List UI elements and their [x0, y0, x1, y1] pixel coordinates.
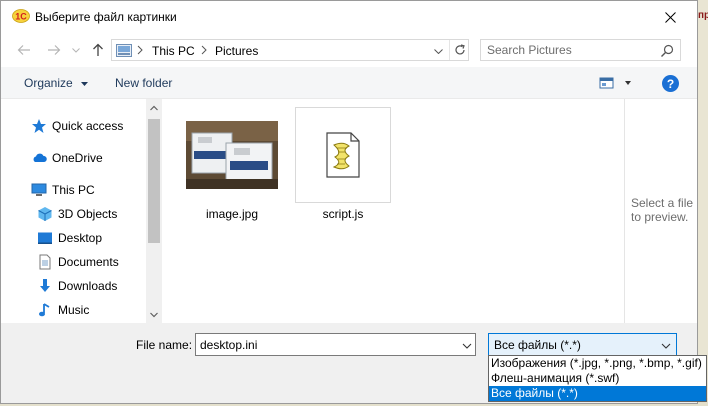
up-arrow-icon [93, 43, 103, 56]
desktop-icon [37, 230, 53, 246]
sidebar-item-documents[interactable]: Documents [37, 252, 119, 272]
search-icon[interactable] [660, 44, 674, 58]
script-file-icon [295, 107, 391, 203]
forward-button[interactable] [43, 39, 65, 61]
background-tab-text: пра [698, 10, 708, 21]
help-button[interactable]: ? [662, 75, 679, 92]
sidebar-item-this-pc[interactable]: This PC [31, 180, 95, 200]
background-app-right [698, 0, 708, 406]
music-note-icon [37, 302, 53, 318]
back-button[interactable] [13, 39, 35, 61]
file-type-option-images[interactable]: Изображения (*.jpg, *.png, *.bmp, *.gif) [489, 356, 706, 371]
close-icon [664, 11, 676, 23]
file-name-value[interactable]: desktop.ini [200, 338, 257, 352]
up-button[interactable] [87, 39, 109, 61]
sidebar-item-downloads[interactable]: Downloads [37, 276, 117, 296]
search-input[interactable] [487, 43, 657, 57]
title-bar: 1C Выберите файл картинки [1, 1, 697, 33]
cloud-icon [31, 150, 47, 166]
command-bar: Organize New folder ? [1, 67, 697, 99]
recent-locations-button[interactable] [65, 39, 87, 61]
change-view-button[interactable] [599, 75, 633, 91]
chevron-down-icon [72, 47, 80, 53]
download-arrow-icon [37, 278, 53, 294]
navigation-pane-scrollbar[interactable] [146, 99, 162, 323]
sidebar-item-label: Quick access [52, 119, 124, 133]
file-item-image-jpg[interactable]: image.jpg [184, 107, 280, 221]
file-name: image.jpg [205, 207, 259, 221]
preview-placeholder-text: Select a file to preview. [631, 196, 694, 224]
search-box[interactable] [480, 39, 681, 61]
file-type-option-all-files[interactable]: Все файлы (*.*) [489, 386, 706, 401]
scroll-up-icon[interactable] [149, 102, 159, 112]
cube-icon [37, 206, 53, 222]
sidebar-item-label: Desktop [58, 231, 103, 245]
sidebar-item-onedrive[interactable]: OneDrive [31, 148, 103, 168]
refresh-icon [454, 44, 465, 55]
sidebar-item-3d-objects[interactable]: 3D Objects [37, 204, 117, 224]
navigation-pane: Quick access OneDrive This PC 3D Objects… [1, 99, 162, 323]
close-button[interactable] [647, 1, 693, 33]
scroll-down-icon[interactable] [149, 309, 159, 319]
address-bar[interactable]: This PC Pictures [111, 39, 469, 61]
breadcrumb-pictures[interactable]: Pictures [215, 44, 258, 58]
file-type-value: Все файлы (*.*) [494, 338, 581, 352]
computer-icon [31, 182, 47, 198]
sidebar-item-label: Downloads [58, 279, 118, 293]
file-name: script.js [322, 207, 364, 221]
sidebar-item-label: Documents [58, 255, 119, 269]
new-folder-button[interactable]: New folder [115, 76, 172, 90]
file-name-label: File name: [136, 338, 193, 352]
file-type-dropdown-list: Изображения (*.jpg, *.png, *.bmp, *.gif)… [488, 355, 707, 402]
address-history-button[interactable] [430, 44, 446, 58]
scrollbar-thumb[interactable] [148, 119, 160, 243]
organize-label: Organize [24, 76, 73, 90]
photo-thumbnail-icon [184, 107, 280, 203]
navigation-bar: This PC Pictures [1, 35, 697, 65]
window-title: Выберите файл картинки [35, 10, 177, 24]
svg-text:1C: 1C [15, 12, 27, 22]
sidebar-item-label: OneDrive [52, 151, 103, 165]
file-name-field[interactable]: desktop.ini [195, 333, 476, 356]
sidebar-item-quick-access[interactable]: Quick access [31, 116, 123, 136]
back-arrow-icon [17, 45, 30, 55]
sidebar-item-label: 3D Objects [58, 207, 118, 221]
file-type-option-flash[interactable]: Флеш-анимация (*.swf) [489, 371, 706, 386]
file-open-dialog: 1C Выберите файл картинки This PC Pictur… [0, 0, 698, 404]
chevron-down-icon [661, 340, 671, 350]
breadcrumb-this-pc[interactable]: This PC [152, 44, 195, 58]
document-icon [37, 254, 53, 270]
file-list: image.jpg script.js [162, 99, 624, 323]
sidebar-item-label: Music [58, 303, 90, 317]
app-logo-icon: 1C [12, 9, 30, 23]
pictures-folder-icon [116, 44, 132, 57]
view-options-icon [599, 77, 631, 89]
caret-down-icon [81, 82, 89, 86]
star-icon [31, 118, 47, 134]
chevron-down-icon[interactable] [462, 340, 472, 350]
refresh-button[interactable] [449, 40, 469, 60]
forward-arrow-icon [48, 45, 61, 55]
chevron-down-icon [433, 48, 443, 54]
sidebar-item-label: This PC [52, 183, 95, 197]
breadcrumb-separator-icon[interactable] [136, 44, 146, 56]
breadcrumb-separator-icon[interactable] [200, 44, 210, 56]
organize-button[interactable]: Organize [24, 76, 89, 90]
sidebar-item-desktop[interactable]: Desktop [37, 228, 102, 248]
preview-pane: Select a file to preview. [624, 99, 697, 323]
file-item-script-js[interactable]: script.js [295, 107, 391, 221]
file-type-select[interactable]: Все файлы (*.*) [488, 333, 677, 356]
sidebar-item-music[interactable]: Music [37, 300, 89, 320]
